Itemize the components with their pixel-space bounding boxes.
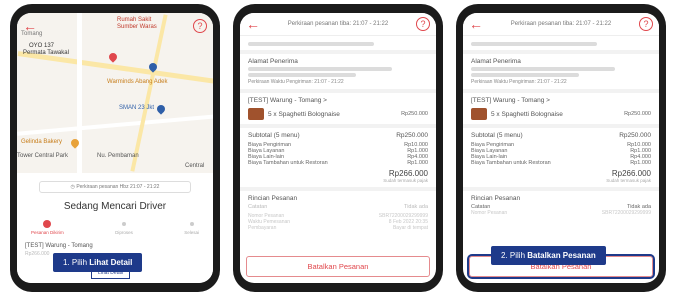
blurred-address: [471, 73, 579, 77]
tax-note: Sudah termasuk pajak: [606, 178, 651, 183]
order-item: 5 x Spaghetti Bolognaise Rp250.000: [248, 108, 428, 120]
store-header[interactable]: [TEST] Warung - Tomang >: [248, 97, 428, 104]
map-label: OYO 137: [29, 43, 55, 49]
divider: [240, 50, 436, 54]
back-icon[interactable]: ←: [246, 17, 260, 31]
food-thumbnail-icon: [471, 108, 487, 120]
order-item: 5 x Spaghetti Bolognaise Rp250.000: [471, 108, 651, 120]
subtotal-row: Subtotal (5 menu) Rp250.000: [248, 132, 428, 139]
food-thumbnail-icon: [248, 108, 264, 120]
divider: [463, 187, 659, 191]
top-bar: ← Perkiraan pesanan tiba: 21:07 - 21:22 …: [240, 13, 436, 36]
progress-step: Pesanan Dikirim: [31, 220, 64, 235]
school-pin-icon: [155, 103, 167, 115]
subtotal-row: Subtotal (5 menu) Rp250.000: [471, 132, 651, 139]
total: Rp266.000: [388, 169, 428, 178]
map-label: SMAN 23 Jkt: [119, 105, 155, 111]
back-icon[interactable]: ←: [469, 17, 483, 31]
fee-row: Biaya Tambahan untuk Restoran Rp1.000: [471, 160, 651, 166]
help-icon[interactable]: ?: [416, 17, 430, 31]
divider: [240, 187, 436, 191]
map-label: Warminds Abang Adek: [107, 79, 168, 85]
callout-step-2: 2. Pilih Batalkan Pesanan: [491, 246, 606, 265]
blurred-address: [248, 67, 392, 71]
map-label: Rumah Sakit: [117, 17, 152, 23]
status-title: Sedang Mencari Driver: [63, 201, 167, 212]
map-label: Tower Central Park: [17, 153, 69, 159]
summary-row: Nomor Pesanan SBR72200029299999: [471, 210, 651, 216]
map-label: Permata Tawakal: [23, 50, 69, 56]
divider: [240, 124, 436, 128]
order-detail: Alamat Penerima Perkiraan Waktu Pengirim…: [463, 36, 659, 220]
total: Rp266.000: [611, 169, 651, 178]
restaurant-pin-icon[interactable]: [107, 51, 119, 63]
delivery-estimate: Perkiraan Waktu Pengiriman: 21:07 - 21:2…: [471, 79, 567, 85]
order-detail: Alamat Penerima Perkiraan Waktu Pengirim…: [240, 36, 436, 235]
screen-1: ← ? Rumah Sakit Sumber Waras Tomang OYO …: [17, 13, 213, 283]
progress-step: Selesai: [184, 220, 199, 235]
summary-header: Rincian Pesanan: [248, 195, 298, 202]
divider: [463, 89, 659, 93]
summary-header: Rincian Pesanan: [471, 195, 521, 202]
divider: [240, 89, 436, 93]
summary-row: Pembayaran Bayar di tempat: [248, 225, 428, 231]
map-label: Sumber Waras: [117, 24, 157, 30]
address-header: Alamat Penerima: [248, 58, 298, 65]
step-active-icon: [43, 220, 52, 228]
map-road: [77, 13, 82, 173]
blurred-text: [471, 42, 597, 46]
store-header[interactable]: [TEST] Warung - Tomang >: [471, 97, 651, 104]
map-road: [130, 14, 168, 172]
divider: [463, 124, 659, 128]
map[interactable]: ← ? Rumah Sakit Sumber Waras Tomang OYO …: [17, 13, 213, 173]
blurred-address: [248, 73, 356, 77]
progress-steps: Pesanan Dikirim Diproses Selesai: [25, 220, 205, 235]
help-icon[interactable]: ?: [193, 19, 207, 33]
step-inactive-icon: [189, 222, 194, 226]
phone-1: ← ? Rumah Sakit Sumber Waras Tomang OYO …: [10, 4, 220, 292]
fee-row: Biaya Tambahan untuk Restoran Rp1.000: [248, 160, 428, 166]
map-label: Central: [185, 163, 205, 169]
map-label: Gelinda Bakery: [21, 139, 63, 145]
top-title: Perkiraan pesanan tiba: 21:07 - 21:22: [287, 21, 389, 27]
map-label: Nu. Pembaman: [97, 153, 139, 159]
top-bar: ← Perkiraan pesanan tiba: 21:07 - 21:22 …: [463, 13, 659, 36]
blurred-text: [248, 42, 374, 46]
screen-2: ← Perkiraan pesanan tiba: 21:07 - 21:22 …: [240, 13, 436, 283]
top-title: Perkiraan pesanan tiba: 21:07 - 21:22: [510, 21, 612, 27]
callout-step-1: 1. Pilih Lihat Detail: [53, 253, 143, 272]
screen-3: ← Perkiraan pesanan tiba: 21:07 - 21:22 …: [463, 13, 659, 283]
progress-step: Diproses: [115, 220, 133, 235]
map-road: [17, 114, 213, 136]
address-header: Alamat Penerima: [471, 58, 521, 65]
store-line: [TEST] Warung - Tomang: [25, 243, 93, 249]
tax-note: Sudah termasuk pajak: [383, 178, 428, 183]
step-inactive-icon: [121, 222, 126, 226]
map-label: Tomang: [21, 31, 43, 37]
blurred-address: [471, 67, 615, 71]
phone-2: ← Perkiraan pesanan tiba: 21:07 - 21:22 …: [233, 4, 443, 292]
delivery-estimate: Perkiraan Waktu Pengiriman: 21:07 - 21:2…: [248, 79, 344, 85]
help-icon[interactable]: ?: [639, 17, 653, 31]
cancel-order-button[interactable]: Batalkan Pesanan: [246, 256, 430, 277]
order-estimate-strip: ◷ Perkiraan pesanan Hbz 21:07 - 21:22: [39, 181, 191, 193]
divider: [463, 50, 659, 54]
